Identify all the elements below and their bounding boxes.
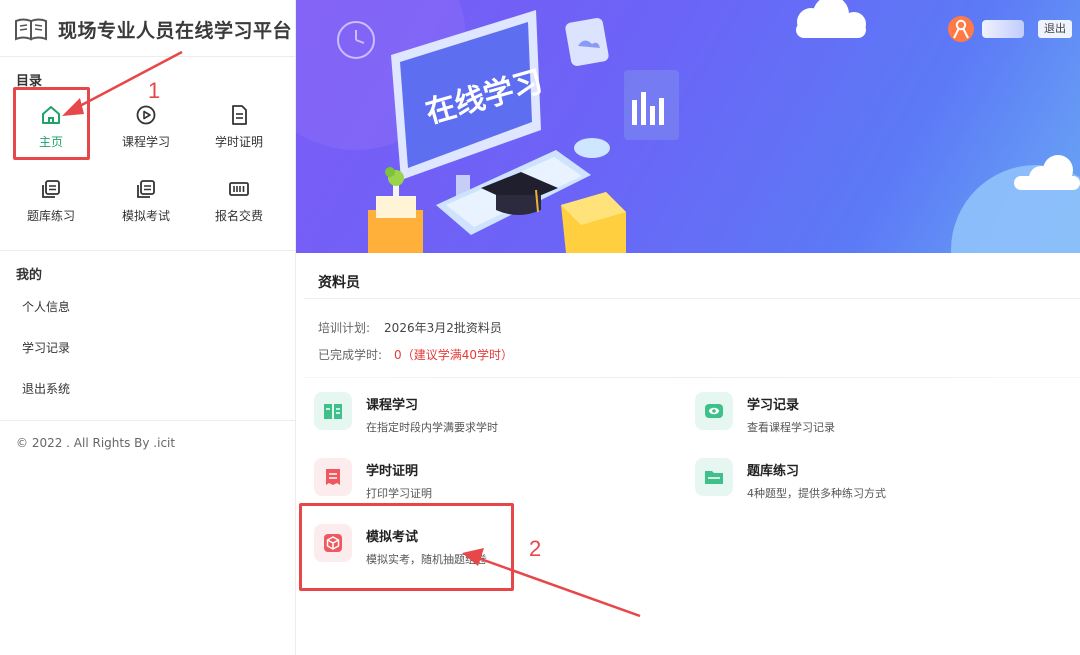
book-open-icon [314, 392, 352, 430]
feature-desc: 查看课程学习记录 [747, 421, 835, 434]
feature-hours-certificate[interactable]: 学时证明 打印学习证明 [296, 454, 656, 510]
training-plan-row: 培训计划: 2026年3月2批资料员 [318, 319, 502, 336]
feature-desc: 在指定时段内学满要求学时 [366, 421, 498, 434]
feature-title: 学习记录 [747, 398, 800, 413]
folder-icon [695, 458, 733, 496]
main-content: 资料员 培训计划: 2026年3月2批资料员 已完成学时: 0（建议学满40学时） … [296, 253, 1080, 655]
feature-question-bank[interactable]: 题库练习 4种题型，提供多种练习方式 [677, 454, 1037, 510]
sidebar-item-study-record[interactable]: 学习记录 [22, 339, 70, 356]
register-pay-icon [229, 182, 249, 196]
brand: 现场专业人员在线学习平台 [14, 14, 292, 44]
sidebar-divider [0, 420, 295, 421]
question-bank-icon [42, 180, 60, 198]
hero-banner: 在线学习 退出 [296, 0, 1080, 253]
book-logo-icon [15, 18, 47, 41]
annotation-step-1: 1 [148, 78, 161, 103]
sidebar-item-personal-info[interactable]: 个人信息 [22, 298, 70, 315]
copyright-text: © 2022 . All Rights By .icit [16, 436, 176, 450]
sidebar-divider [0, 250, 295, 251]
menu-item-hours-certificate[interactable]: 学时证明 [196, 96, 282, 156]
feature-title: 课程学习 [366, 398, 419, 413]
completed-hours-value: 0 [394, 348, 402, 362]
hours-hint: （建议学满40学时） [401, 348, 513, 362]
document-icon [232, 105, 247, 125]
menu-item-label: 模拟考试 [121, 209, 170, 223]
annotation-step-2: 2 [529, 536, 542, 561]
user-name-blurred [982, 20, 1024, 38]
menu-item-register-pay[interactable]: 报名交费 [196, 170, 282, 230]
menu-item-label: 报名交费 [214, 209, 263, 223]
logout-button[interactable]: 退出 [1038, 20, 1072, 38]
play-circle-icon [136, 105, 156, 125]
app-title: 现场专业人员在线学习平台 [58, 19, 293, 42]
mine-label: 我的 [16, 268, 43, 283]
eye-icon [695, 392, 733, 430]
mock-exam-icon [137, 180, 155, 198]
annotation-highlight-mock-exam [299, 503, 514, 591]
menu-item-mock-exam[interactable]: 模拟考试 [103, 170, 189, 230]
menu-item-course-study[interactable]: 课程学习 [103, 96, 189, 156]
annotation-highlight-home [13, 87, 90, 160]
brand-divider [0, 56, 295, 57]
person-icon [953, 19, 969, 39]
feature-title: 学时证明 [366, 464, 419, 479]
feature-study-record[interactable]: 学习记录 查看课程学习记录 [677, 388, 1037, 444]
feature-desc: 4种题型，提供多种练习方式 [747, 487, 886, 500]
completed-hours-row: 已完成学时: 0（建议学满40学时） [318, 346, 513, 363]
menu-item-label: 学时证明 [214, 135, 263, 149]
sidebar-item-exit-system[interactable]: 退出系统 [22, 380, 70, 397]
feature-desc: 打印学习证明 [366, 487, 432, 500]
training-plan-label: 培训计划: [318, 321, 371, 335]
feature-title: 题库练习 [747, 464, 800, 479]
training-plan-value: 2026年3月2批资料员 [384, 321, 502, 335]
feature-course-study[interactable]: 课程学习 在指定时段内学满要求学时 [296, 388, 656, 444]
certificate-icon [314, 458, 352, 496]
menu-item-label: 题库练习 [26, 209, 75, 223]
content-divider [304, 298, 1080, 299]
role-title: 资料员 [318, 275, 360, 291]
menu-item-label: 课程学习 [121, 135, 170, 149]
content-divider [304, 377, 1080, 378]
menu-item-question-bank[interactable]: 题库练习 [8, 170, 94, 230]
user-avatar[interactable] [948, 16, 974, 42]
completed-hours-label: 已完成学时: [318, 348, 383, 362]
